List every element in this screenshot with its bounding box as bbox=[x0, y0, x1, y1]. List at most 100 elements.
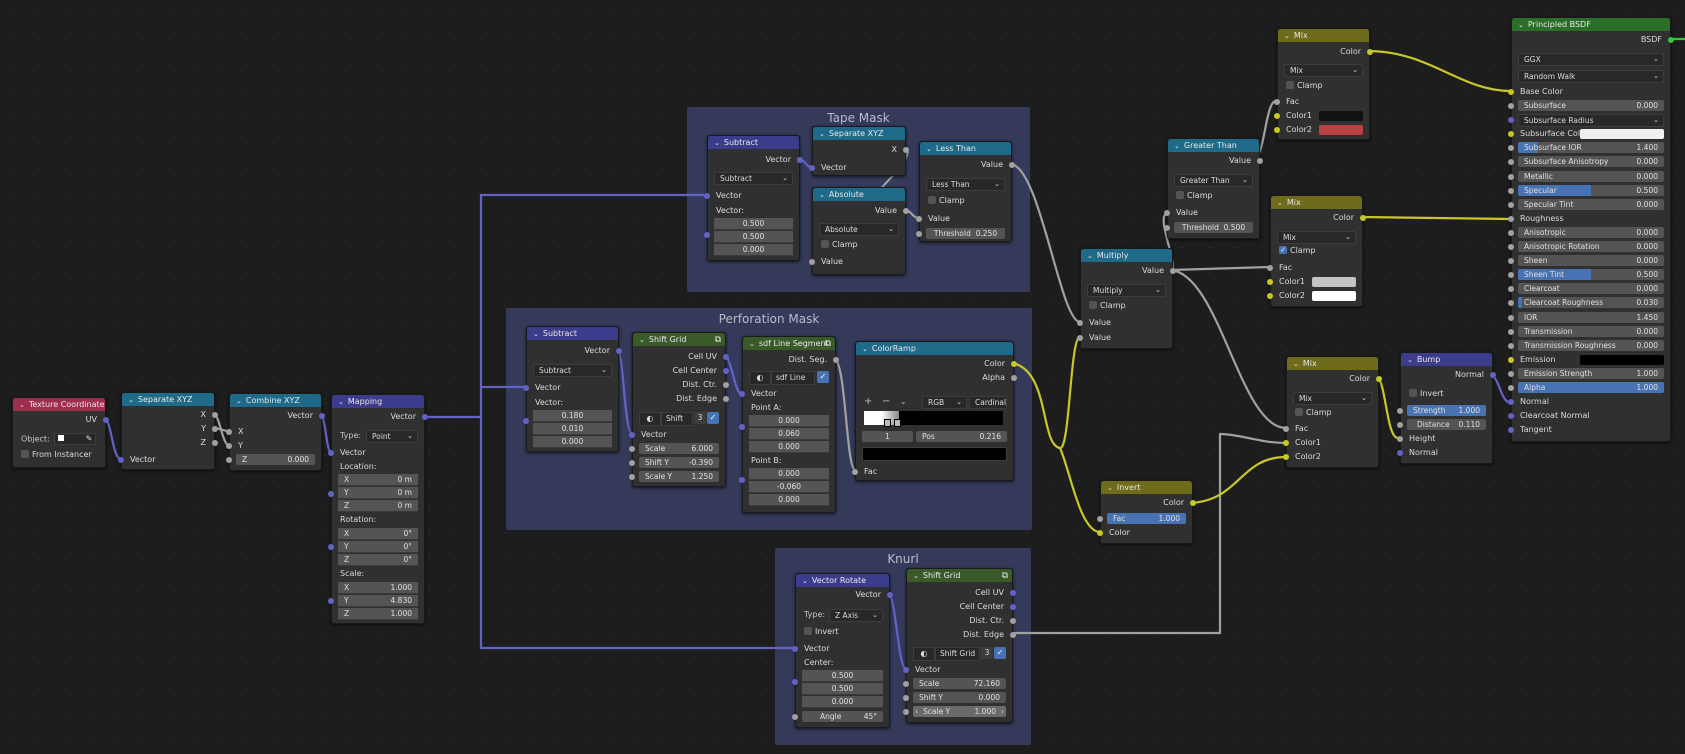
socket[interactable] bbox=[103, 417, 109, 423]
value-field[interactable]: Alpha 1.000 bbox=[1518, 382, 1664, 393]
value-field[interactable]: Subsurface IOR 1.400 bbox=[1518, 142, 1664, 154]
socket[interactable] bbox=[723, 382, 729, 388]
socket[interactable] bbox=[1267, 279, 1273, 285]
node-header[interactable]: ⌄ Mix bbox=[1278, 29, 1369, 42]
checkbox[interactable] bbox=[1286, 80, 1294, 89]
collapse-chevron-icon[interactable]: ⌄ bbox=[1284, 30, 1290, 42]
socket[interactable] bbox=[629, 432, 635, 438]
operation-dropdown[interactable]: Subtract ⌄ bbox=[533, 364, 612, 377]
node-tree-icon[interactable]: ◐ bbox=[913, 647, 935, 661]
scale-z[interactable]: Z 1.000 bbox=[338, 608, 418, 620]
threshold-field[interactable]: Threshold 0.500 bbox=[1174, 222, 1253, 233]
ramp-menu-chevron-icon[interactable]: ⌄ bbox=[900, 397, 907, 406]
collapse-chevron-icon[interactable]: ⌄ bbox=[714, 137, 720, 149]
color2-swatch[interactable] bbox=[1319, 125, 1363, 135]
operation-dropdown[interactable]: Greater Than ⌄ bbox=[1174, 174, 1253, 187]
socket[interactable] bbox=[1267, 265, 1273, 271]
stop-color-swatch[interactable] bbox=[862, 447, 1007, 461]
socket[interactable] bbox=[1508, 272, 1514, 279]
node-group-icon[interactable]: ⧉ bbox=[825, 338, 831, 350]
socket[interactable] bbox=[1164, 225, 1170, 231]
node-header[interactable]: ⌄ Mapping bbox=[332, 395, 424, 408]
rotation-x[interactable]: X 0° bbox=[338, 528, 418, 540]
node-header[interactable]: ⌄ Greater Than bbox=[1168, 139, 1259, 152]
node-knurl-shift-grid[interactable]: ⌄ Shift Grid ⧉ Cell UV Cell Center Dist. C… bbox=[903, 568, 1016, 723]
socket[interactable] bbox=[1011, 375, 1017, 381]
collapse-chevron-icon[interactable]: ⌄ bbox=[236, 395, 242, 407]
node-group-selector[interactable]: ◐ Shift Grid 3 ✓ bbox=[913, 647, 1006, 661]
socket[interactable] bbox=[212, 426, 218, 432]
socket[interactable] bbox=[809, 165, 815, 171]
socket[interactable] bbox=[1010, 632, 1016, 638]
socket[interactable] bbox=[616, 348, 622, 354]
shift-y-field[interactable]: Shift Y 0.000 bbox=[913, 692, 1006, 703]
node-sdf-line-segment[interactable]: ⌄ sdf Line Segment ⧉ Dist. Seg. ◐ sdf Line … bbox=[739, 336, 839, 513]
collapse-chevron-icon[interactable]: ⌄ bbox=[819, 189, 825, 201]
operation-dropdown[interactable]: Absolute ⌄ bbox=[819, 223, 899, 236]
node-header[interactable]: ⌄ Subtract bbox=[527, 327, 618, 340]
type-dropdown[interactable]: Point ⌄ bbox=[366, 430, 418, 443]
socket[interactable] bbox=[852, 469, 858, 475]
vector-z[interactable]: 0.000 bbox=[714, 244, 793, 256]
node-header[interactable]: ⌄ Texture Coordinate bbox=[13, 398, 105, 411]
from-instancer-checkbox[interactable]: From Instancer bbox=[13, 449, 105, 461]
socket[interactable] bbox=[1508, 314, 1514, 321]
value-field[interactable]: Sheen Tint 0.500 bbox=[1518, 269, 1664, 281]
node-header[interactable]: ⌄ Mix bbox=[1271, 196, 1362, 209]
node-vector-rotate[interactable]: ⌄ Vector Rotate Vector Type: Z Axis ⌄ Inve… bbox=[792, 573, 893, 728]
socket[interactable] bbox=[903, 681, 909, 687]
node-header[interactable]: ⌄ Mix bbox=[1287, 357, 1378, 370]
socket[interactable] bbox=[1397, 450, 1403, 456]
vector-y[interactable]: 0.010 bbox=[533, 423, 612, 435]
socket-rotation[interactable] bbox=[328, 544, 334, 550]
node-invert[interactable]: ⌄ Invert Color Fac 1.000 Color bbox=[1097, 480, 1196, 544]
collapse-chevron-icon[interactable]: ⌄ bbox=[1518, 19, 1524, 31]
scale-field[interactable]: Scale 72.160 bbox=[913, 678, 1006, 689]
socket[interactable] bbox=[1097, 530, 1103, 536]
node-tape-absolute[interactable]: ⌄ Absolute Value Absolute ⌄ Clamp Value bbox=[809, 187, 909, 275]
socket[interactable] bbox=[1360, 215, 1366, 221]
vector-x[interactable]: 0.500 bbox=[714, 218, 793, 230]
socket[interactable] bbox=[1508, 201, 1514, 208]
checkbox[interactable] bbox=[928, 195, 936, 204]
color-swatch[interactable] bbox=[1580, 354, 1664, 365]
node-group-icon[interactable]: ⧉ bbox=[1002, 570, 1008, 582]
value-field[interactable]: Subsurface 0.000 bbox=[1518, 100, 1664, 111]
socket[interactable] bbox=[887, 592, 893, 598]
location-z[interactable]: Z0 m bbox=[338, 500, 418, 512]
location-x[interactable]: X0 m bbox=[338, 474, 418, 486]
scale-x[interactable]: X 1.000 bbox=[338, 582, 418, 594]
socket[interactable] bbox=[1508, 145, 1514, 152]
socket[interactable] bbox=[809, 259, 815, 265]
socket[interactable] bbox=[1170, 268, 1176, 274]
node-header[interactable]: ⌄ Shift Grid ⧉ bbox=[633, 333, 725, 346]
scale-y-field[interactable]: ‹ Scale Y 1.000 › bbox=[913, 706, 1006, 717]
checkbox-checked[interactable]: ✓ bbox=[1279, 245, 1287, 254]
collapse-chevron-icon[interactable]: ⌄ bbox=[926, 143, 932, 155]
socket[interactable] bbox=[1508, 342, 1514, 349]
value-field[interactable]: Transmission Roughness 0.000 bbox=[1518, 339, 1664, 351]
subsurface-radius-dropdown[interactable]: Subsurface Radius ⌄ bbox=[1518, 114, 1664, 128]
socket[interactable] bbox=[1668, 37, 1674, 43]
node-color-ramp[interactable]: ⌄ ColorRamp Color Alpha + − ⌄ RGB ⌄ Cardin… bbox=[852, 341, 1017, 481]
node-mapping[interactable]: ⌄ Mapping Vector Type: Point ⌄ Vector Loca… bbox=[328, 394, 428, 624]
socket[interactable] bbox=[1164, 210, 1170, 216]
node-group-selector[interactable]: ◐sdf Line Se...✓ bbox=[749, 371, 829, 385]
object-picker[interactable]: ✎ bbox=[54, 433, 97, 445]
socket[interactable] bbox=[1097, 516, 1103, 522]
collapse-chevron-icon[interactable]: ⌄ bbox=[533, 328, 539, 340]
node-header[interactable]: ⌄ Multiply bbox=[1081, 249, 1172, 262]
socket[interactable] bbox=[792, 679, 798, 685]
distance-field[interactable]: Distance 0.110 bbox=[1407, 419, 1486, 430]
socket[interactable] bbox=[1077, 320, 1083, 326]
value-field[interactable]: Anisotropic 0.000 bbox=[1518, 226, 1664, 238]
socket[interactable] bbox=[226, 457, 232, 463]
collapse-chevron-icon[interactable]: ⌄ bbox=[1407, 354, 1413, 366]
socket[interactable] bbox=[739, 391, 745, 397]
socket[interactable] bbox=[1508, 413, 1514, 420]
socket[interactable] bbox=[1508, 117, 1514, 124]
ramp-stop-active[interactable] bbox=[894, 419, 901, 427]
node-header[interactable]: ⌄ Separate XYZ bbox=[122, 393, 214, 406]
color-mode-dropdown[interactable]: RGB ⌄ bbox=[922, 396, 967, 409]
socket[interactable] bbox=[1508, 385, 1514, 391]
